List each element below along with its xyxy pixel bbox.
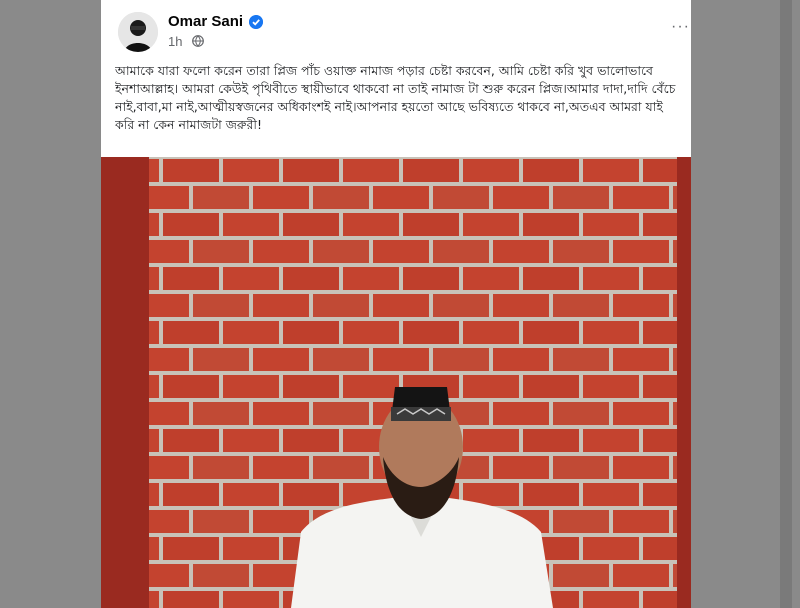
globe-icon [192, 35, 204, 47]
photo-image [101, 157, 691, 608]
more-options-icon[interactable]: ··· [671, 18, 690, 36]
author-name[interactable]: Omar Sani [168, 13, 243, 30]
facebook-post: Omar Sani 1h ··· আমাকে যারা ফলো করেন তার… [101, 0, 691, 608]
verified-badge-icon [249, 15, 263, 29]
scrollbar[interactable] [780, 0, 792, 608]
post-photo[interactable] [101, 157, 691, 608]
post-header: Omar Sani 1h ··· [101, 0, 691, 60]
post-text: আমাকে যারা ফলো করেন তারা প্লিজ পাঁচ ওয়া… [115, 63, 676, 132]
avatar-image [118, 12, 158, 52]
avatar[interactable] [118, 12, 158, 52]
post-timestamp[interactable]: 1h [168, 34, 182, 49]
